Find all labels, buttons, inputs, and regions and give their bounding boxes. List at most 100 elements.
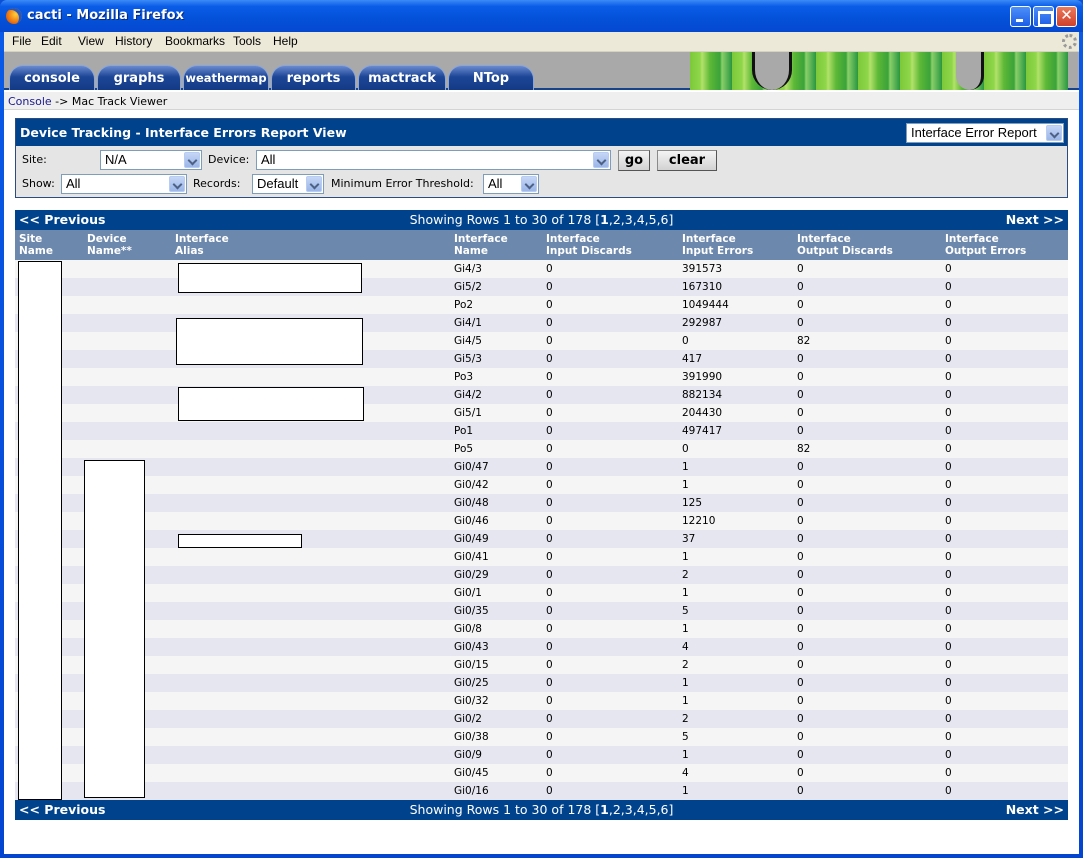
cell-output-errors: 0 xyxy=(945,533,952,545)
cell-output-errors: 0 xyxy=(945,641,952,653)
cell-input-errors: 1 xyxy=(682,587,689,599)
redacted-alias xyxy=(176,318,363,365)
page-links[interactable]: ,2,3,4,5,6] xyxy=(609,212,674,227)
table-row: Gi0/29 0 2 0 0 xyxy=(15,566,1068,584)
cell-interface-name: Gi0/15 xyxy=(454,659,489,671)
cell-interface-name: Po5 xyxy=(454,443,474,455)
menu-history[interactable]: History xyxy=(115,34,152,48)
menu-view[interactable]: View xyxy=(78,34,104,48)
cell-output-errors: 0 xyxy=(945,281,952,293)
tab-mactrack[interactable]: mactrack xyxy=(358,65,446,90)
pager-bottom: Showing Rows 1 to 30 of 178 [1,2,3,4,5,6… xyxy=(15,800,1068,820)
next-link[interactable]: Next >> xyxy=(1006,800,1064,820)
col-site-name[interactable]: Site Name xyxy=(19,233,53,257)
tab-console[interactable]: console xyxy=(9,65,95,90)
cell-interface-name: Gi0/46 xyxy=(454,515,489,527)
cell-output-errors: 0 xyxy=(945,677,952,689)
cell-output-discards: 0 xyxy=(797,389,804,401)
cell-output-discards: 0 xyxy=(797,317,804,329)
col-line: Interface xyxy=(175,233,229,245)
cell-interface-name: Gi0/38 xyxy=(454,731,489,743)
cell-output-errors: 0 xyxy=(945,785,952,797)
menu-edit[interactable]: Edit xyxy=(41,34,62,48)
cell-interface-name: Gi0/42 xyxy=(454,479,489,491)
cactus-gap xyxy=(956,52,984,90)
menu-help[interactable]: Help xyxy=(273,34,298,48)
cell-input-errors: 1 xyxy=(682,785,689,797)
page-links[interactable]: ,2,3,4,5,6] xyxy=(609,802,674,817)
menu-bar: File Edit View History Bookmarks Tools H… xyxy=(4,32,1079,52)
tab-ntop[interactable]: NTop xyxy=(448,65,534,90)
table-row: Gi4/3 0 391573 0 0 xyxy=(15,260,1068,278)
cell-output-errors: 0 xyxy=(945,443,952,455)
maximize-button[interactable] xyxy=(1033,6,1054,27)
show-select[interactable]: All xyxy=(61,174,187,194)
cell-input-errors: 1 xyxy=(682,461,689,473)
cell-interface-name: Gi5/3 xyxy=(454,353,482,365)
show-value: All xyxy=(66,176,81,191)
cell-output-errors: 0 xyxy=(945,569,952,581)
menu-tools[interactable]: Tools xyxy=(233,34,261,48)
cell-input-errors: 0 xyxy=(682,443,689,455)
redacted-alias xyxy=(178,387,364,421)
col-input-errors[interactable]: Interface Input Errors xyxy=(682,233,753,257)
chevron-down-icon xyxy=(521,176,537,192)
chevron-down-icon xyxy=(593,152,609,168)
col-device-name[interactable]: Device Name** xyxy=(87,233,132,257)
previous-link[interactable]: << Previous xyxy=(19,210,105,230)
cell-output-discards: 82 xyxy=(797,443,811,455)
cell-output-errors: 0 xyxy=(945,335,952,347)
cell-output-discards: 0 xyxy=(797,623,804,635)
col-interface-name[interactable]: Interface Name xyxy=(454,233,508,257)
menu-file[interactable]: File xyxy=(12,34,31,48)
col-output-discards[interactable]: Interface Output Discards xyxy=(797,233,893,257)
cell-interface-name: Gi4/2 xyxy=(454,389,482,401)
filter-panel: Device Tracking - Interface Errors Repor… xyxy=(15,118,1068,198)
next-link[interactable]: Next >> xyxy=(1006,210,1064,230)
records-select[interactable]: Default xyxy=(252,174,324,194)
table-row: Po1 0 497417 0 0 xyxy=(15,422,1068,440)
breadcrumb-console-link[interactable]: Console xyxy=(8,95,52,108)
previous-link[interactable]: << Previous xyxy=(19,800,105,820)
table-row: Gi4/5 0 0 82 0 xyxy=(15,332,1068,350)
threshold-select[interactable]: All xyxy=(483,174,539,194)
cell-interface-name: Gi0/16 xyxy=(454,785,489,797)
site-value: N/A xyxy=(105,152,127,167)
tab-reports[interactable]: reports xyxy=(271,65,356,90)
site-select[interactable]: N/A xyxy=(100,150,202,170)
menu-bookmarks[interactable]: Bookmarks xyxy=(165,34,225,48)
col-line: Output Errors xyxy=(945,245,1027,257)
report-type-select[interactable]: Interface Error Report xyxy=(906,123,1064,143)
cell-input-errors: 167310 xyxy=(682,281,723,293)
go-button[interactable]: go xyxy=(618,150,650,171)
cell-input-errors: 1 xyxy=(682,551,689,563)
col-line: Site xyxy=(19,233,43,245)
col-input-discards[interactable]: Interface Input Discards xyxy=(546,233,632,257)
col-output-errors[interactable]: Interface Output Errors xyxy=(945,233,1026,257)
cell-input-discards: 0 xyxy=(546,317,553,329)
minimize-button[interactable] xyxy=(1010,6,1031,27)
cell-interface-name: Gi0/1 xyxy=(454,587,482,599)
tab-graphs[interactable]: graphs xyxy=(97,65,181,90)
cell-input-discards: 0 xyxy=(546,497,553,509)
title-bar[interactable]: cacti - Mozilla Firefox ✕ xyxy=(0,0,1083,32)
tab-weathermap[interactable]: weathermap xyxy=(183,65,269,90)
cell-input-discards: 0 xyxy=(546,299,553,311)
cell-interface-name: Gi0/45 xyxy=(454,767,489,779)
current-page[interactable]: 1 xyxy=(600,802,609,817)
close-button[interactable]: ✕ xyxy=(1056,6,1077,27)
window-title: cacti - Mozilla Firefox xyxy=(27,8,184,23)
table-row: Gi0/46 0 12210 0 0 xyxy=(15,512,1068,530)
clear-button[interactable]: clear xyxy=(657,150,717,171)
col-line: Interface xyxy=(945,233,999,245)
col-line: Device xyxy=(87,233,127,245)
cell-output-discards: 0 xyxy=(797,407,804,419)
current-page[interactable]: 1 xyxy=(600,212,609,227)
table-row: Gi4/2 0 882134 0 0 xyxy=(15,386,1068,404)
cell-output-discards: 0 xyxy=(797,641,804,653)
device-select[interactable]: All xyxy=(256,150,611,170)
cell-interface-name: Po1 xyxy=(454,425,474,437)
cell-output-errors: 0 xyxy=(945,389,952,401)
col-interface-alias[interactable]: Interface Alias xyxy=(175,233,229,257)
col-line: Name** xyxy=(87,245,132,257)
